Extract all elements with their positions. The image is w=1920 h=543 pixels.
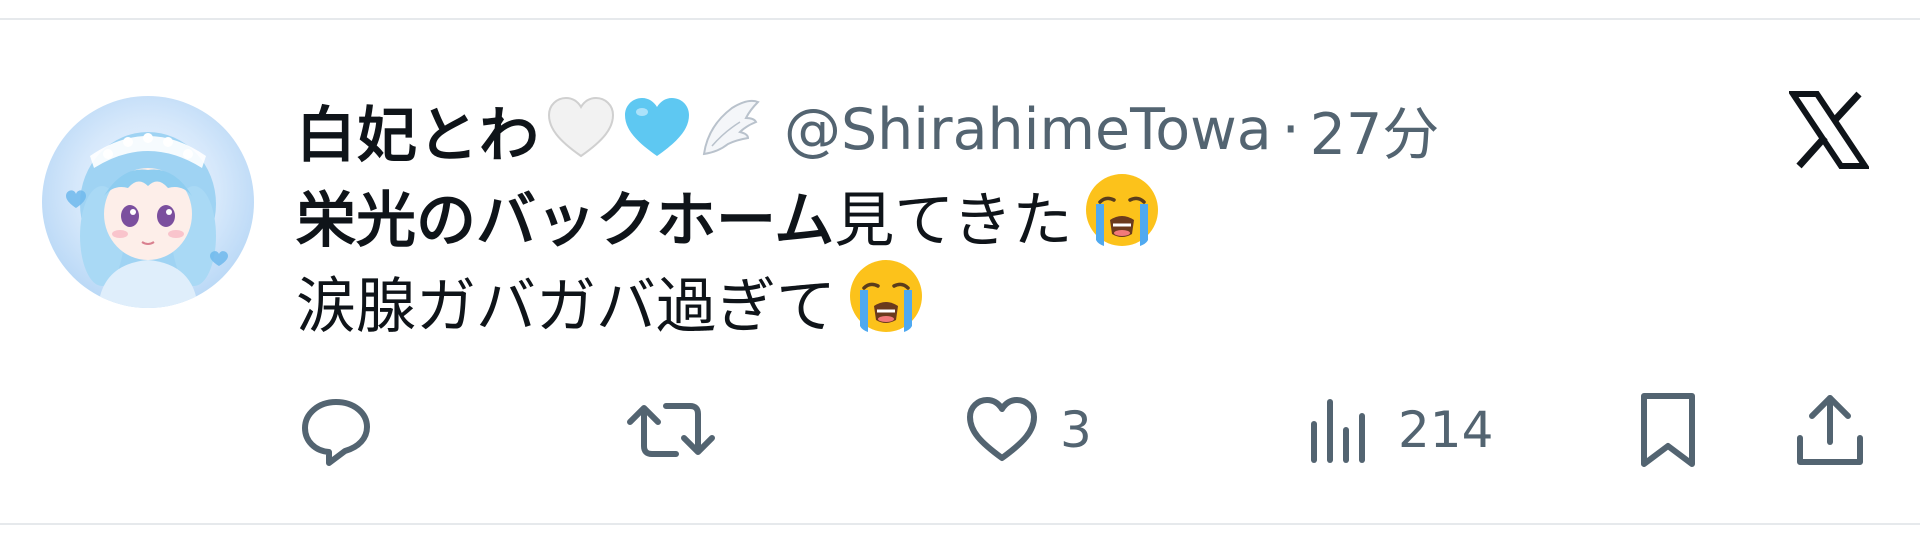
views-count: 214 (1398, 401, 1494, 459)
share-button[interactable] (1790, 380, 1870, 480)
white-heart-icon (546, 96, 616, 164)
tweet-text: 栄光のバックホーム 見てきた 涙腺ガバガバ過ぎて (296, 173, 1162, 350)
user-handle[interactable]: @ShirahimeTowa (784, 97, 1272, 163)
tweet-text-bold: 栄光のバックホーム (296, 186, 835, 256)
reply-button[interactable] (296, 380, 394, 480)
display-name[interactable]: 白妃とわ (296, 87, 540, 174)
light-blue-heart-icon (622, 96, 692, 164)
tweet-text-rest: 見てきた (834, 186, 1073, 256)
tweet-text-line2: 涙腺ガバガバ過ぎて (296, 272, 836, 342)
loudly-crying-face-icon (1082, 170, 1162, 273)
tweet-header: 白妃とわ @ShirahimeTowa · 27分 (296, 89, 1440, 171)
tweet-text-line-1: 栄光のバックホーム 見てきた (296, 173, 1162, 264)
tweet-text-line-2: 涙腺ガバガバ過ぎて (296, 259, 1162, 350)
views-button[interactable]: 214 (1300, 380, 1493, 480)
like-button[interactable]: 3 (962, 380, 1092, 480)
bottom-divider (0, 523, 1920, 525)
tweet-card[interactable]: 白妃とわ @ShirahimeTowa · 27分 栄光のバックホーム 見てきた… (0, 20, 1920, 523)
share-icon (1790, 390, 1870, 470)
timestamp[interactable]: 27分 (1310, 89, 1440, 171)
like-count: 3 (1060, 401, 1092, 459)
name-badges (546, 96, 762, 164)
loudly-crying-face-icon (846, 256, 926, 359)
reply-icon (296, 390, 376, 470)
separator-dot: · (1281, 97, 1300, 163)
avatar-illustration (66, 132, 228, 308)
retweet-button[interactable] (626, 380, 734, 480)
retweet-icon (626, 390, 716, 470)
angel-wing-icon (698, 96, 762, 164)
action-bar: 3 214 (0, 380, 1920, 480)
views-icon (1300, 390, 1380, 470)
x-logo-icon (1787, 90, 1871, 170)
heart-icon (962, 390, 1042, 470)
bookmark-button[interactable] (1628, 380, 1708, 480)
bookmark-icon (1628, 390, 1708, 470)
avatar[interactable] (42, 96, 254, 308)
